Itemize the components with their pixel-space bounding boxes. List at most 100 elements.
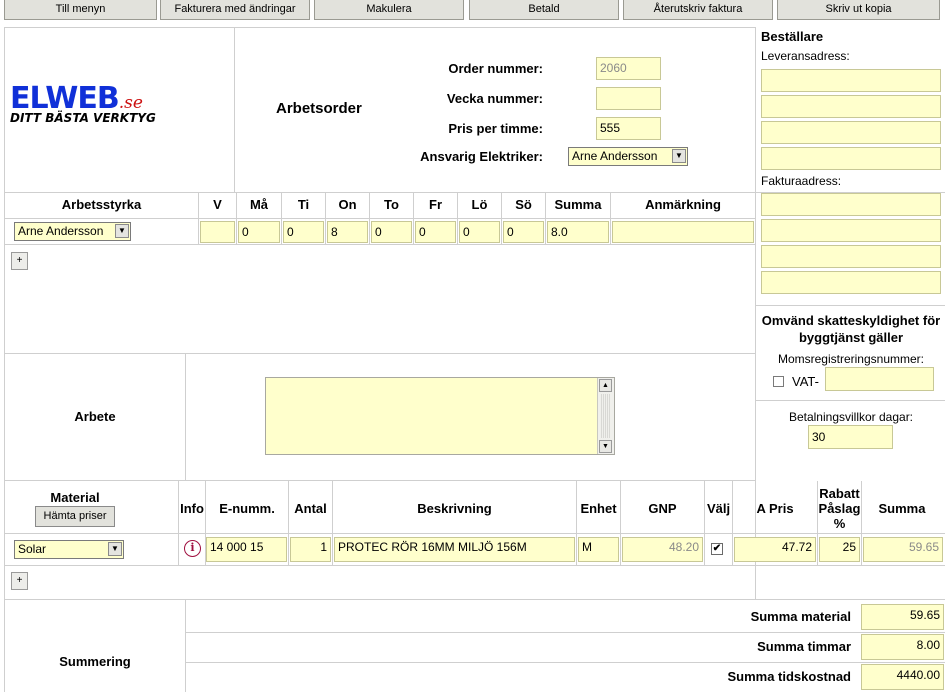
reverse-tax-checkbox[interactable] bbox=[773, 376, 784, 387]
col-fr: Fr bbox=[429, 197, 442, 212]
hours-sunday-field[interactable]: 0 bbox=[503, 221, 544, 243]
fakturera-med-andringar-button[interactable]: Fakturera med ändringar bbox=[160, 0, 310, 20]
description-field[interactable]: PROTEC RÖR 16MM MILJÖ 156M bbox=[334, 537, 575, 562]
worker-select[interactable]: Arne Andersson ▼ bbox=[14, 222, 131, 241]
scroll-down-icon[interactable]: ▼ bbox=[599, 440, 612, 453]
order-number-field[interactable]: 2060 bbox=[596, 57, 661, 80]
gnp-field: 48.20 bbox=[622, 537, 703, 562]
summary-label: Summering bbox=[59, 654, 131, 669]
col-so: Sö bbox=[515, 197, 532, 212]
electrician-label: Ansvarig Elektriker: bbox=[420, 149, 543, 164]
discount-field[interactable]: 25 bbox=[819, 537, 860, 562]
chevron-down-icon: ▼ bbox=[108, 542, 122, 556]
chevron-down-icon: ▼ bbox=[672, 149, 686, 163]
col-a-pris: A Pris bbox=[756, 501, 794, 516]
col-rabatt: Rabatt Påslag % bbox=[818, 486, 861, 531]
invoice-address-label: Fakturaadress: bbox=[761, 174, 842, 188]
hours-wednesday-field[interactable]: 8 bbox=[327, 221, 368, 243]
note-field[interactable] bbox=[612, 221, 754, 243]
makulera-button[interactable]: Makulera bbox=[314, 0, 464, 20]
delivery-address-line-1[interactable] bbox=[761, 69, 941, 92]
invoice-address-line-4[interactable] bbox=[761, 271, 941, 294]
week-number-field[interactable] bbox=[596, 87, 661, 110]
hours-tuesday-field[interactable]: 0 bbox=[283, 221, 324, 243]
unit-field[interactable]: M bbox=[578, 537, 619, 562]
invoice-address-line-1[interactable] bbox=[761, 193, 941, 216]
week-v-field[interactable] bbox=[200, 221, 235, 243]
vat-reg-label: Momsregistreringsnummer: bbox=[777, 352, 925, 366]
orderer-title: Beställare bbox=[761, 29, 824, 44]
worker-select-value: Arne Andersson bbox=[18, 224, 104, 238]
electrician-select[interactable]: Arne Andersson ▼ bbox=[568, 147, 688, 166]
supplier-select-value: Solar bbox=[18, 542, 47, 556]
sum-material-label: Summa material bbox=[750, 609, 851, 624]
hours-thursday-field[interactable]: 0 bbox=[371, 221, 412, 243]
col-antal: Antal bbox=[294, 501, 327, 516]
quantity-field[interactable]: 1 bbox=[290, 537, 331, 562]
vat-number-field[interactable] bbox=[825, 367, 934, 391]
col-beskrivning: Beskrivning bbox=[417, 501, 492, 516]
scroll-up-icon[interactable]: ▲ bbox=[599, 379, 612, 392]
delivery-address-line-2[interactable] bbox=[761, 95, 941, 118]
price-per-hour-label: Pris per timme: bbox=[448, 121, 543, 136]
price-per-hour-field[interactable]: 555 bbox=[596, 117, 661, 140]
hours-sum-field[interactable]: 8.0 bbox=[547, 221, 609, 243]
col-ma: Må bbox=[249, 197, 269, 212]
supplier-select[interactable]: Solar ▼ bbox=[14, 540, 124, 559]
sum-hours-field: 8.00 bbox=[861, 634, 944, 660]
electrician-select-value: Arne Andersson bbox=[572, 149, 658, 163]
work-description-textarea[interactable]: ▲ ▼ bbox=[265, 377, 615, 455]
page-title: Arbetsorder bbox=[276, 100, 362, 117]
aterutskriv-faktura-button[interactable]: Återutskriv faktura bbox=[623, 0, 773, 20]
col-summa-material: Summa bbox=[878, 501, 926, 516]
payment-terms-label: Betalningsvillkor dagar: bbox=[788, 410, 914, 424]
col-valj: Välj bbox=[706, 501, 731, 516]
hours-friday-field[interactable]: 0 bbox=[415, 221, 456, 243]
sum-hours-label: Summa timmar bbox=[757, 639, 851, 654]
delivery-address-label: Leveransadress: bbox=[761, 49, 850, 63]
material-title: Material bbox=[50, 490, 100, 505]
logo-tagline: DITT BÄSTA VERKTYG bbox=[10, 111, 156, 125]
payment-terms-field[interactable]: 30 bbox=[808, 425, 893, 449]
order-number-label: Order nummer: bbox=[448, 61, 543, 76]
select-material-checkbox[interactable]: ✔ bbox=[711, 543, 723, 555]
col-on: On bbox=[338, 197, 357, 212]
delivery-address-line-3[interactable] bbox=[761, 121, 941, 144]
invoice-address-line-3[interactable] bbox=[761, 245, 941, 268]
betald-button[interactable]: Betald bbox=[469, 0, 619, 20]
scroll-track bbox=[601, 394, 610, 438]
vat-prefix: VAT- bbox=[792, 374, 819, 389]
col-enhet: Enhet bbox=[580, 501, 617, 516]
col-info: Info bbox=[180, 501, 204, 516]
work-label: Arbete bbox=[74, 409, 116, 424]
col-to: To bbox=[384, 197, 399, 212]
week-number-label: Vecka nummer: bbox=[446, 91, 543, 106]
textarea-scrollbar[interactable]: ▲ ▼ bbox=[597, 378, 614, 454]
chevron-down-icon: ▼ bbox=[115, 224, 129, 238]
enumber-field[interactable]: 14 000 15 bbox=[206, 537, 287, 562]
fetch-prices-button[interactable]: Hämta priser bbox=[35, 506, 115, 527]
till-menyn-button[interactable]: Till menyn bbox=[4, 0, 157, 20]
delivery-address-line-4[interactable] bbox=[761, 147, 941, 170]
col-summa: Summa bbox=[554, 197, 602, 212]
col-ti: Ti bbox=[297, 197, 310, 212]
col-arbetsstyrka: Arbetsstyrka bbox=[61, 197, 142, 212]
add-material-button[interactable]: + bbox=[11, 572, 28, 590]
skriv-ut-kopia-button[interactable]: Skriv ut kopia bbox=[777, 0, 940, 20]
logo-suffix: .se bbox=[118, 93, 143, 113]
hours-monday-field[interactable]: 0 bbox=[238, 221, 280, 243]
material-sum-field: 59.65 bbox=[863, 537, 943, 562]
col-gnp: GNP bbox=[648, 501, 677, 516]
col-enumber: E-numm. bbox=[219, 501, 275, 516]
col-lo: Lö bbox=[471, 197, 488, 212]
col-anmarkning: Anmärkning bbox=[645, 197, 721, 212]
elweb-logo: ELWEB.se DITT BÄSTA VERKTYG bbox=[10, 84, 156, 126]
hours-saturday-field[interactable]: 0 bbox=[459, 221, 500, 243]
invoice-address-line-2[interactable] bbox=[761, 219, 941, 242]
col-v: V bbox=[213, 197, 222, 212]
sum-timecost-field: 4440.00 bbox=[861, 664, 944, 690]
info-icon[interactable]: i bbox=[184, 540, 201, 557]
sum-material-field: 59.65 bbox=[861, 604, 944, 630]
unit-price-field[interactable]: 47.72 bbox=[734, 537, 816, 562]
add-worker-button[interactable]: + bbox=[11, 252, 28, 270]
